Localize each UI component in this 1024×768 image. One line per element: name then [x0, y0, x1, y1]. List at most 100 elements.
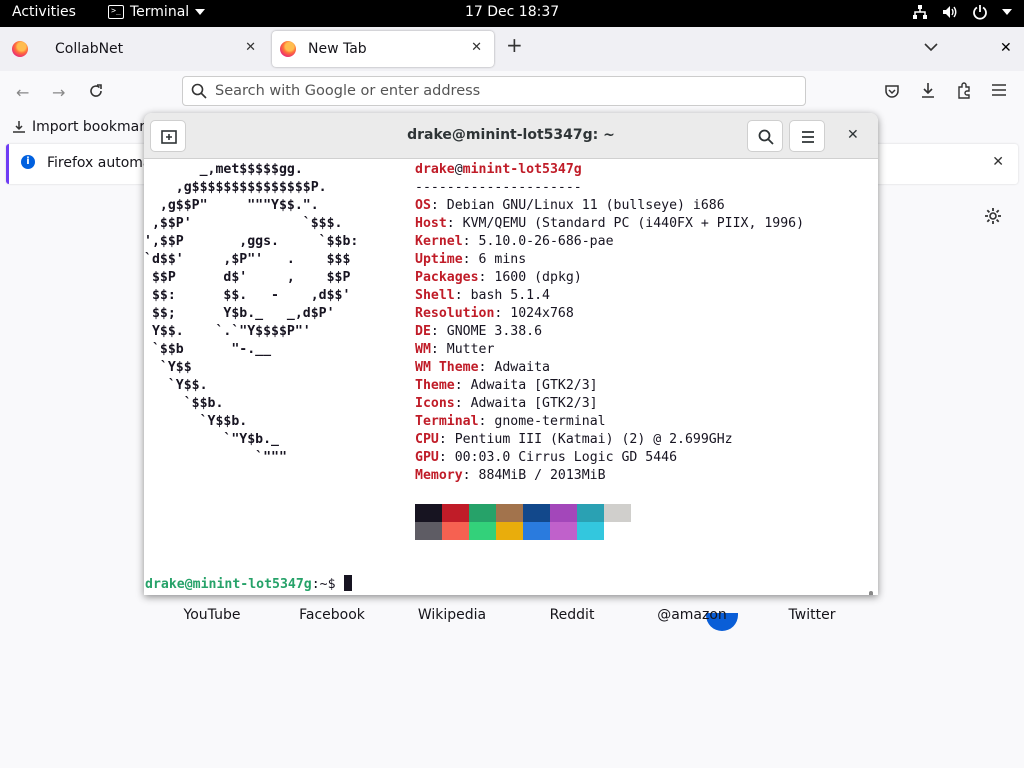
- search-icon: [758, 129, 774, 145]
- reload-icon[interactable]: [88, 83, 104, 99]
- info-key: Host: [415, 216, 447, 231]
- import-icon: [13, 121, 25, 133]
- palette-swatch: [604, 504, 631, 522]
- tab-collabnet[interactable]: CollabNet ✕: [0, 31, 268, 67]
- info-value: Mutter: [446, 342, 495, 357]
- shortcut-facebook[interactable]: Facebook: [282, 607, 382, 623]
- terminal-header-bar: drake@minint-lot5347g: ~ ✕: [144, 113, 878, 159]
- info-key: WM Theme: [415, 360, 479, 375]
- info-value: 5.10.0-26-686-pae: [478, 234, 614, 249]
- shortcut-twitter[interactable]: Twitter: [762, 607, 862, 623]
- app-menu-button[interactable]: >_ Terminal: [108, 4, 206, 20]
- info-icon: i: [21, 155, 35, 169]
- palette-swatch: [469, 504, 496, 522]
- gear-icon[interactable]: [984, 207, 1002, 225]
- info-line: Uptime: 6 mins: [415, 252, 527, 267]
- logo-line: ,g$$$$$$$$$$$$$$$P.: [144, 180, 327, 195]
- info-line: DE: GNOME 3.38.6: [415, 324, 543, 339]
- menu-icon: [802, 131, 814, 143]
- shortcut-amazon[interactable]: @amazon: [642, 607, 742, 623]
- close-tab-icon[interactable]: ✕: [471, 40, 482, 55]
- activities-button[interactable]: Activities: [12, 4, 76, 20]
- terminal-menu-button[interactable]: [789, 120, 825, 152]
- extensions-icon[interactable]: [956, 82, 972, 99]
- info-line: Packages: 1600 (dpkg): [415, 270, 582, 285]
- import-bookmarks-button[interactable]: Import bookmark: [12, 119, 153, 135]
- downloads-icon[interactable]: [920, 82, 936, 99]
- info-key: GPU: [415, 450, 439, 465]
- forward-icon[interactable]: →: [52, 83, 65, 102]
- notice-text: Firefox automat: [47, 155, 157, 171]
- close-terminal-icon[interactable]: ✕: [847, 127, 859, 143]
- palette-row-1: [415, 504, 631, 522]
- user-host-line: drake@minint-lot5347g: [415, 162, 582, 177]
- logo-line: ',$$P ,ggs. `$$b:: [144, 234, 359, 249]
- info-value: bash 5.1.4: [470, 288, 550, 303]
- palette-swatch: [496, 504, 523, 522]
- menu-icon[interactable]: [992, 84, 1006, 96]
- shortcut-wikipedia[interactable]: Wikipedia: [402, 607, 502, 623]
- info-line: Resolution: 1024x768: [415, 306, 574, 321]
- info-value: 00:03.0 Cirrus Logic GD 5446: [454, 450, 678, 465]
- chevron-down-icon: [1002, 8, 1012, 15]
- info-key: Uptime: [415, 252, 463, 267]
- terminal-scrollbar[interactable]: [869, 591, 873, 595]
- palette-swatch: [415, 522, 442, 540]
- logo-line: `$$b.: [144, 396, 224, 411]
- pocket-icon[interactable]: [884, 83, 900, 99]
- shortcut-reddit[interactable]: Reddit: [522, 607, 622, 623]
- address-bar[interactable]: [182, 76, 806, 106]
- info-key: Icons: [415, 396, 455, 411]
- logo-line: $$; Y$b._ _,d$P': [144, 306, 335, 321]
- app-menu-label: Terminal: [130, 4, 190, 20]
- tab-new-tab[interactable]: New Tab ✕: [272, 31, 494, 67]
- info-key: WM: [415, 342, 431, 357]
- address-input[interactable]: [215, 80, 775, 102]
- info-line: Theme: Adwaita [GTK2/3]: [415, 378, 598, 393]
- palette-swatch: [415, 504, 442, 522]
- info-key: Memory: [415, 468, 463, 483]
- shell-prompt[interactable]: drake@minint-lot5347g:~$: [145, 575, 352, 594]
- clock[interactable]: 17 Dec 18:37: [465, 4, 559, 20]
- tab-label: CollabNet: [55, 41, 124, 57]
- info-line: CPU: Pentium III (Katmai) (2) @ 2.699GHz: [415, 432, 733, 447]
- firefox-icon: [12, 41, 28, 57]
- info-key: Shell: [415, 288, 455, 303]
- info-key: Terminal: [415, 414, 479, 429]
- close-window-icon[interactable]: ✕: [1000, 40, 1012, 56]
- shortcut-youtube[interactable]: YouTube: [162, 607, 262, 623]
- close-notice-icon[interactable]: ✕: [992, 154, 1004, 170]
- palette-swatch: [577, 522, 604, 540]
- new-tab-button[interactable]: +: [506, 33, 523, 57]
- nav-bar: ← →: [0, 71, 1024, 111]
- info-value: Adwaita: [494, 360, 550, 375]
- info-line: OS: Debian GNU/Linux 11 (bullseye) i686: [415, 198, 725, 213]
- back-icon[interactable]: ←: [16, 83, 29, 102]
- logo-line: ,$$P' `$$$.: [144, 216, 343, 231]
- logo-line: $$P d$' , $$P: [144, 270, 351, 285]
- system-tray[interactable]: [912, 4, 1012, 20]
- power-icon: [973, 5, 987, 20]
- search-button[interactable]: [747, 120, 783, 152]
- color-palette: [415, 504, 631, 540]
- volume-icon: [943, 6, 957, 18]
- prompt-suffix: :~$: [311, 577, 344, 592]
- logo-line: _,met$$$$$gg.: [144, 162, 303, 177]
- palette-swatch: [496, 522, 523, 540]
- separator-line: ---------------------: [415, 180, 582, 195]
- info-line: Terminal: gnome-terminal: [415, 414, 606, 429]
- palette-swatch: [577, 504, 604, 522]
- logo-line: Y$$. `.`"Y$$$$P"': [144, 324, 311, 339]
- palette-swatch: [550, 522, 577, 540]
- close-tab-icon[interactable]: ✕: [245, 40, 256, 55]
- info-key: Kernel: [415, 234, 463, 249]
- tab-strip: CollabNet ✕ New Tab ✕ + ✕: [0, 27, 1024, 71]
- info-value: GNOME 3.38.6: [446, 324, 543, 339]
- info-line: WM: Mutter: [415, 342, 495, 357]
- terminal-window[interactable]: drake@minint-lot5347g: ~ ✕ _,met$$$$$gg.…: [144, 113, 878, 595]
- terminal-output[interactable]: _,met$$$$$gg. ,g$$$$$$$$$$$$$$$P. ,g$$P"…: [144, 159, 878, 595]
- palette-swatch: [442, 504, 469, 522]
- list-all-tabs-icon[interactable]: [924, 43, 938, 52]
- text-cursor: [343, 575, 352, 591]
- user-name: drake: [415, 162, 455, 177]
